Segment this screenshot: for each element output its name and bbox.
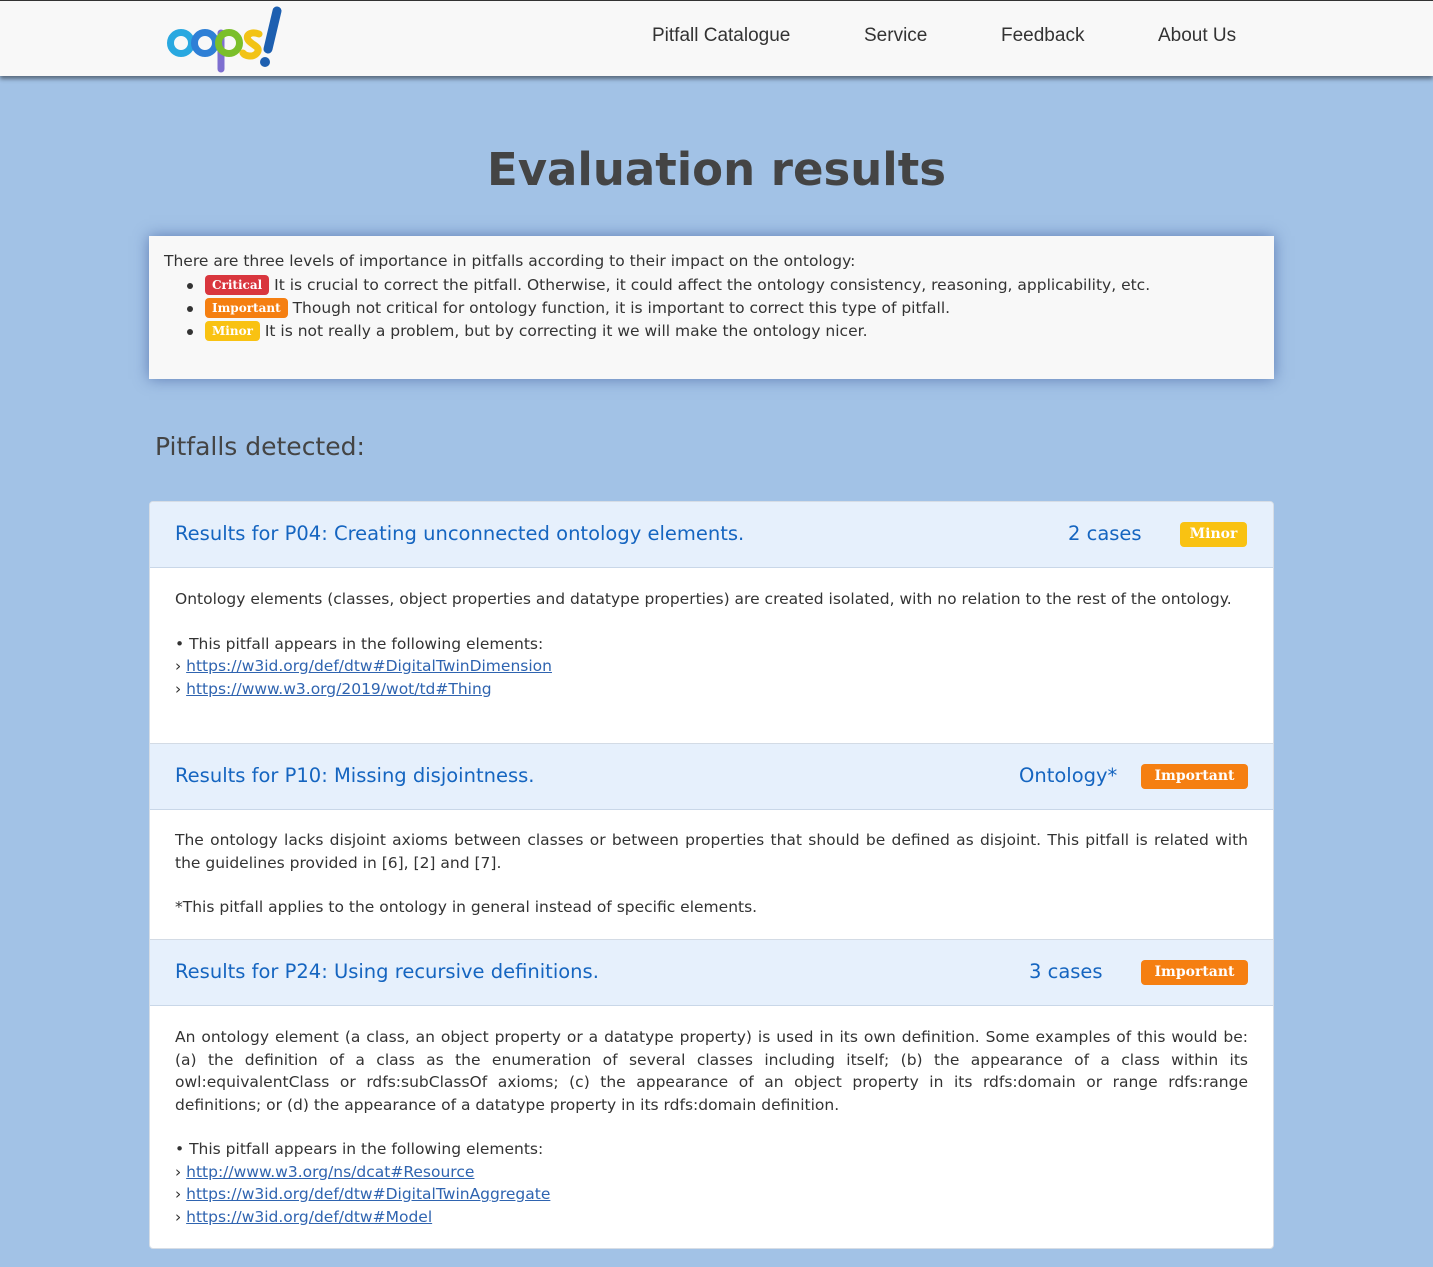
appears-label: • This pitfall appears in the following …: [175, 634, 544, 653]
important-badge: Important: [1141, 764, 1248, 789]
element-link[interactable]: https://www.w3.org/2019/wot/td#Thing: [186, 680, 492, 698]
element-item: › https://w3id.org/def/dtw#DigitalTwinAg…: [175, 1185, 551, 1203]
result-count: Ontology*: [1019, 764, 1118, 787]
results-panel: Results for P04: Creating unconnected on…: [149, 501, 1274, 1249]
result-body-p24: An ontology element (a class, an object …: [175, 1026, 1248, 1228]
element-item: › https://www.w3.org/2019/wot/td#Thing: [175, 679, 492, 698]
important-badge: Important: [205, 298, 288, 318]
result-header-p04[interactable]: Results for P04: Creating unconnected on…: [150, 502, 1273, 568]
legend-item-text: Though not critical for ontology functio…: [292, 299, 951, 317]
element-link[interactable]: https://w3id.org/def/dtw#DigitalTwinAggr…: [186, 1185, 550, 1203]
element-item: › https://w3id.org/def/dtw#DigitalTwinDi…: [175, 657, 552, 675]
nav-service[interactable]: Service: [864, 25, 927, 47]
element-item: › http://www.w3.org/ns/dcat#Resource: [175, 1162, 475, 1181]
result-count: 2 cases: [1068, 522, 1142, 545]
legend-item-important: Important Though not critical for ontolo…: [187, 297, 1259, 320]
nav-feedback[interactable]: Feedback: [1001, 25, 1084, 47]
result-count: 3 cases: [1029, 960, 1103, 983]
result-body-p10: The ontology lacks disjoint axioms betwe…: [175, 829, 1248, 919]
nav-pitfall-catalogue[interactable]: Pitfall Catalogue: [652, 25, 790, 47]
legend-item-text: It is not really a problem, but by corre…: [264, 322, 868, 340]
result-title[interactable]: Results for P10: Missing disjointness.: [175, 764, 534, 787]
appears-label: • This pitfall appears in the following …: [175, 1140, 544, 1158]
pitfalls-heading: Pitfalls detected:: [155, 432, 365, 461]
result-title[interactable]: Results for P04: Creating unconnected on…: [175, 522, 744, 545]
result-title[interactable]: Results for P24: Using recursive definit…: [175, 960, 599, 983]
top-navbar: Pitfall Catalogue Service Feedback About…: [0, 0, 1433, 76]
result-body-p04: Ontology elements (classes, object prope…: [175, 588, 1248, 700]
minor-badge: Minor: [205, 321, 260, 341]
result-description: Ontology elements (classes, object prope…: [175, 590, 1232, 608]
legend-item-minor: Minor It is not really a problem, but by…: [187, 320, 1259, 343]
result-note: *This pitfall applies to the ontology in…: [175, 898, 758, 916]
legend-list: Critical It is crucial to correct the pi…: [164, 274, 1259, 343]
result-description: The ontology lacks disjoint axioms betwe…: [175, 831, 1248, 872]
legend-intro: There are three levels of importance in …: [164, 252, 856, 270]
critical-badge: Critical: [205, 275, 270, 295]
nav-links: Pitfall Catalogue Service Feedback About…: [0, 25, 1433, 55]
element-item: › https://w3id.org/def/dtw#Model: [175, 1207, 433, 1226]
legend-item-text: It is crucial to correct the pitfall. Ot…: [274, 276, 1151, 294]
importance-legend: There are three levels of importance in …: [149, 236, 1274, 379]
element-link[interactable]: https://w3id.org/def/dtw#Model: [186, 1208, 432, 1226]
element-link[interactable]: https://w3id.org/def/dtw#DigitalTwinDime…: [186, 657, 552, 675]
nav-about-us[interactable]: About Us: [1158, 25, 1236, 47]
minor-badge: Minor: [1180, 522, 1247, 547]
important-badge: Important: [1141, 960, 1248, 985]
result-description: An ontology element (a class, an object …: [175, 1028, 1248, 1114]
result-header-p24[interactable]: Results for P24: Using recursive definit…: [150, 940, 1273, 1006]
element-link[interactable]: http://www.w3.org/ns/dcat#Resource: [186, 1163, 474, 1181]
page-title: Evaluation results: [486, 143, 947, 196]
result-header-p10[interactable]: Results for P10: Missing disjointness. O…: [150, 744, 1273, 810]
legend-item-critical: Critical It is crucial to correct the pi…: [187, 274, 1259, 297]
